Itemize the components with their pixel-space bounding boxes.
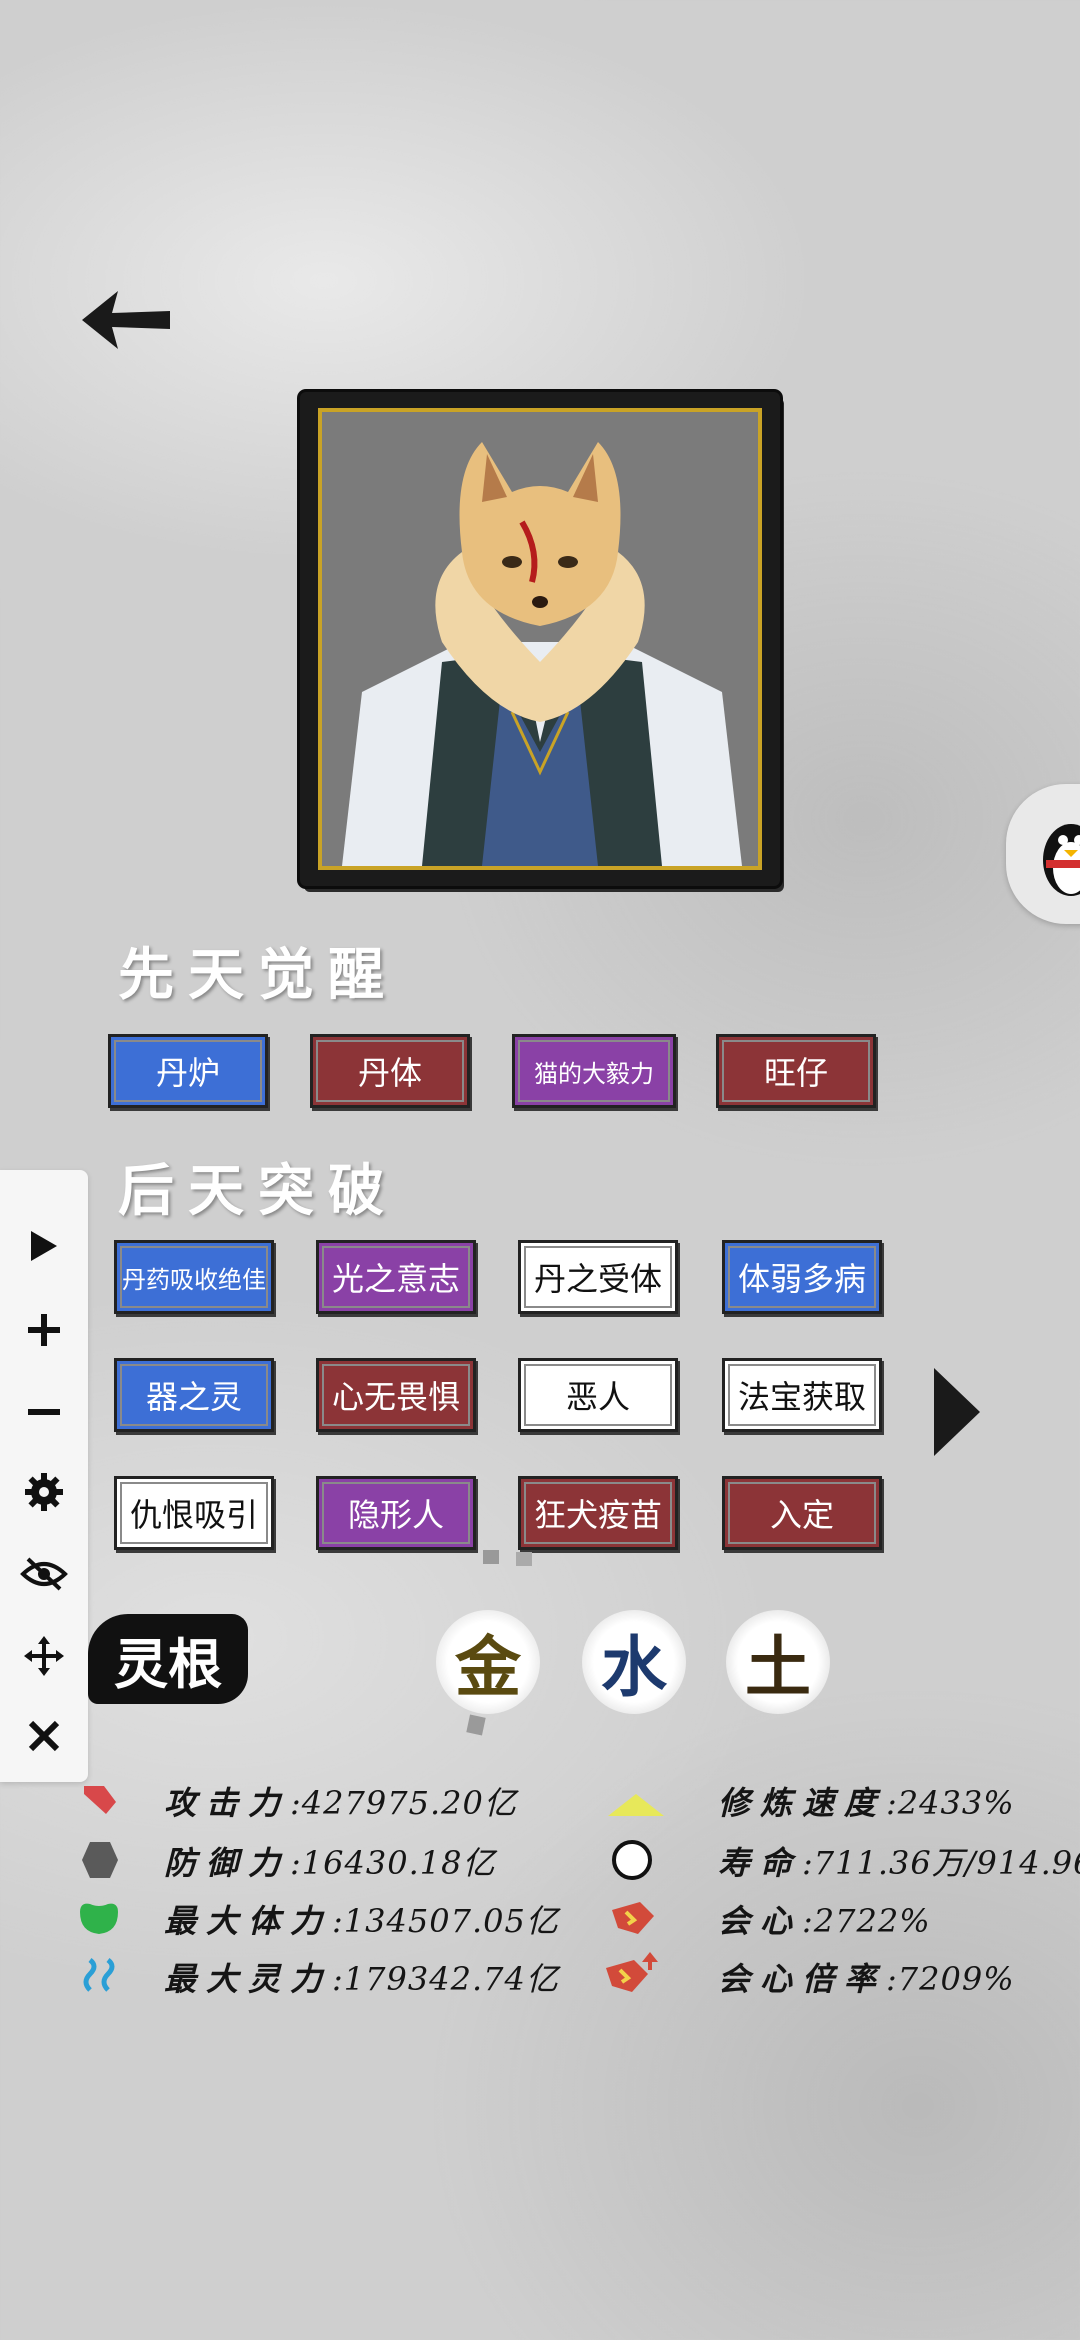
acquired-tag-5[interactable]: 器之灵 bbox=[114, 1358, 274, 1432]
acquired-tag-11[interactable]: 狂犬疫苗 bbox=[518, 1476, 678, 1550]
stat-cultivation-speed: 修炼速度:2433% bbox=[718, 1784, 1015, 1822]
attack-icon bbox=[84, 1786, 116, 1814]
cultivation-speed-icon bbox=[608, 1794, 664, 1816]
stat-crit-multiplier: 会心倍率:7209% bbox=[718, 1960, 1015, 1998]
fox-character-image bbox=[342, 442, 742, 866]
stat-crit: 会心:2722% bbox=[718, 1902, 931, 1940]
innate-tag-2[interactable]: 丹体 bbox=[310, 1034, 470, 1108]
eye-off-icon bbox=[20, 1557, 68, 1591]
acquired-breakthrough-title: 后天突破 bbox=[118, 1158, 398, 1224]
back-button[interactable] bbox=[78, 285, 174, 355]
innate-tag-1[interactable]: 丹炉 bbox=[108, 1034, 268, 1108]
acquired-tag-10[interactable]: 隐形人 bbox=[316, 1476, 476, 1550]
stat-lifespan: 寿命:711.36万/914.96万 bbox=[718, 1844, 1080, 1882]
health-icon bbox=[80, 1903, 118, 1934]
stat-defense: 防御力:16430.18亿 bbox=[164, 1844, 496, 1882]
move-icon bbox=[24, 1636, 64, 1676]
next-page-button[interactable] bbox=[930, 1364, 982, 1460]
penguin-mascot-button[interactable] bbox=[1006, 784, 1080, 924]
acquired-tag-1[interactable]: 丹药吸收绝佳 bbox=[114, 1240, 274, 1314]
stat-max-hp: 最大体力:134507.05亿 bbox=[164, 1902, 559, 1940]
defense-icon bbox=[82, 1842, 118, 1878]
decorative-mark bbox=[466, 1714, 486, 1736]
character-portrait-frame bbox=[300, 392, 780, 886]
lifespan-icon bbox=[612, 1840, 652, 1880]
back-arrow-icon bbox=[82, 291, 170, 349]
gear-icon bbox=[25, 1473, 63, 1511]
acquired-tag-4[interactable]: 体弱多病 bbox=[722, 1240, 882, 1314]
spirit-root-metal: 金 bbox=[436, 1610, 540, 1714]
acquired-tag-6[interactable]: 心无畏惧 bbox=[316, 1358, 476, 1432]
crit-multiplier-icon bbox=[606, 1952, 658, 1992]
spirit-root-earth: 土 bbox=[726, 1610, 830, 1714]
play-button[interactable] bbox=[14, 1216, 74, 1276]
spirit-root-label: 灵根 bbox=[88, 1614, 248, 1704]
crit-icon bbox=[612, 1902, 654, 1934]
acquired-tag-2[interactable]: 光之意志 bbox=[316, 1240, 476, 1314]
innate-tag-4[interactable]: 旺仔 bbox=[716, 1034, 876, 1108]
settings-button[interactable] bbox=[14, 1462, 74, 1522]
move-button[interactable] bbox=[14, 1626, 74, 1686]
page-indicator-dot bbox=[516, 1552, 532, 1566]
penguin-mascot-icon bbox=[1043, 824, 1080, 896]
innate-tag-3[interactable]: 猫的大毅力 bbox=[512, 1034, 676, 1108]
innate-awakening-title: 先天觉醒 bbox=[118, 942, 398, 1008]
page-indicator-dot bbox=[483, 1550, 499, 1564]
acquired-tag-12[interactable]: 入定 bbox=[722, 1476, 882, 1550]
plus-icon bbox=[28, 1314, 60, 1346]
minus-icon bbox=[28, 1409, 60, 1415]
floating-toolbar bbox=[0, 1170, 88, 1782]
next-page-icon bbox=[934, 1368, 980, 1456]
acquired-tag-7[interactable]: 恶人 bbox=[518, 1358, 678, 1432]
close-icon bbox=[28, 1720, 60, 1752]
close-button[interactable] bbox=[14, 1706, 74, 1766]
stat-max-mp: 最大灵力:179342.74亿 bbox=[164, 1960, 559, 1998]
character-portrait bbox=[318, 408, 762, 870]
stat-attack: 攻击力:427975.20亿 bbox=[164, 1784, 517, 1822]
acquired-tag-3[interactable]: 丹之受体 bbox=[518, 1240, 678, 1314]
mana-icon bbox=[83, 1958, 115, 1992]
acquired-tag-8[interactable]: 法宝获取 bbox=[722, 1358, 882, 1432]
play-icon bbox=[31, 1231, 57, 1261]
zoom-in-button[interactable] bbox=[14, 1300, 74, 1360]
acquired-tag-9[interactable]: 仇恨吸引 bbox=[114, 1476, 274, 1550]
spirit-root-water: 水 bbox=[582, 1610, 686, 1714]
hide-button[interactable] bbox=[14, 1544, 74, 1604]
zoom-out-button[interactable] bbox=[14, 1382, 74, 1442]
